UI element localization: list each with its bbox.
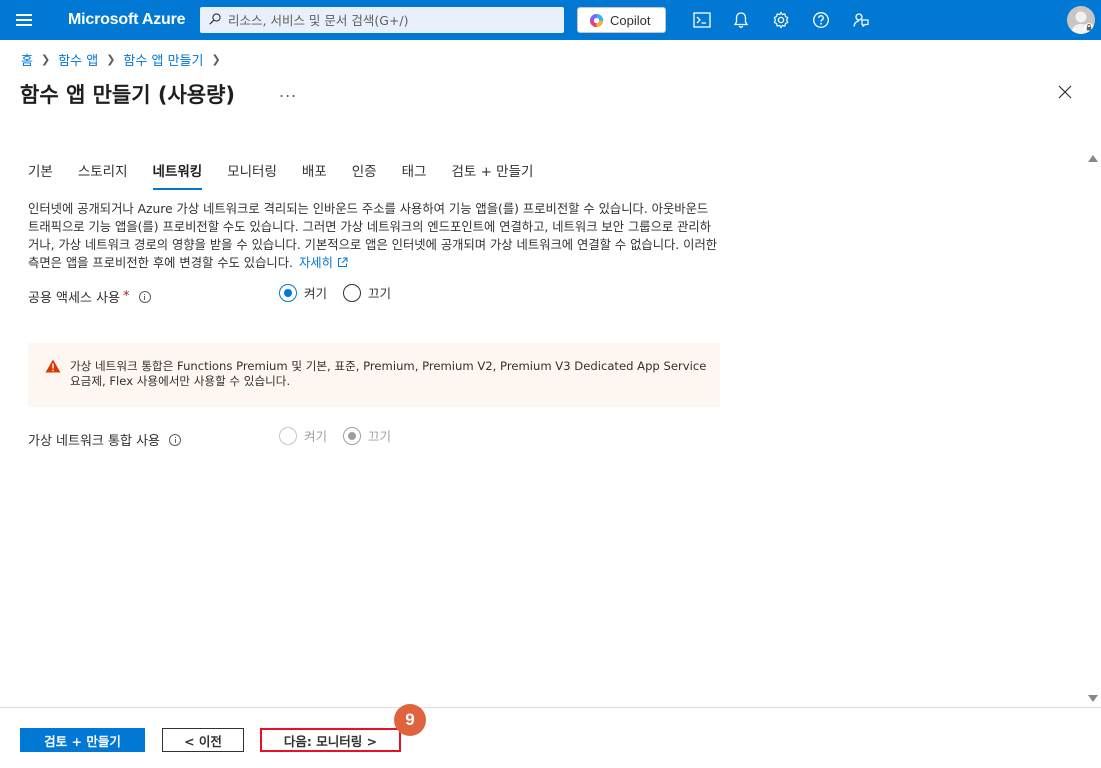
copilot-icon <box>589 13 604 28</box>
scroll-down-arrow-icon[interactable] <box>1088 695 1098 702</box>
search-icon <box>209 13 221 25</box>
breadcrumb-create-function-app[interactable]: 함수 앱 만들기 <box>123 50 203 69</box>
vnet-integration-off-radio[interactable]: 끄기 <box>343 426 391 445</box>
tab-basics[interactable]: 기본 <box>28 160 53 190</box>
required-mark: * <box>123 289 130 304</box>
breadcrumb-home[interactable]: 홈 <box>21 50 33 69</box>
chevron-right-icon: ❯ <box>211 53 221 66</box>
copilot-label: Copilot <box>610 13 651 28</box>
feedback-icon[interactable] <box>851 10 871 30</box>
public-access-label-text: 공용 액세스 사용 <box>28 291 120 306</box>
top-bar: Microsoft Azure Copilot <box>0 0 1101 40</box>
hamburger-menu-icon[interactable] <box>16 13 32 27</box>
info-icon[interactable] <box>138 290 151 303</box>
more-options-button[interactable]: ... <box>279 82 297 101</box>
close-icon[interactable] <box>1057 84 1073 100</box>
previous-button[interactable]: < 이전 <box>162 728 244 752</box>
page-title: 함수 앱 만들기 (사용량) <box>20 83 236 107</box>
tab-monitoring[interactable]: 모니터링 <box>227 160 277 190</box>
radio-unselected-icon <box>279 426 297 445</box>
bell-icon[interactable] <box>731 10 751 30</box>
tab-tags[interactable]: 태그 <box>402 160 427 190</box>
radio-unselected-icon <box>343 283 361 302</box>
gear-icon[interactable] <box>771 10 791 30</box>
tab-networking[interactable]: 네트워킹 <box>152 160 203 190</box>
user-avatar[interactable] <box>1067 6 1095 34</box>
warning-text: 가상 네트워크 통합은 Functions Premium 및 기본, 표준, … <box>70 359 707 388</box>
vnet-integration-label-text: 가상 네트워크 통합 사용 <box>28 434 160 449</box>
breadcrumb: 홈 ❯ 함수 앱 ❯ 함수 앱 만들기 ❯ <box>21 50 229 69</box>
description-text: 인터넷에 공개되거나 Azure 가상 네트워크로 격리되는 인바운드 주소를 … <box>28 202 718 270</box>
radio-selected-icon <box>343 426 361 445</box>
tab-review-create[interactable]: 검토 + 만들기 <box>451 160 533 190</box>
search-box[interactable] <box>200 7 564 33</box>
vnet-integration-on-label: 켜기 <box>304 429 328 444</box>
public-access-on-label: 켜기 <box>304 286 328 301</box>
breadcrumb-function-app[interactable]: 함수 앱 <box>58 50 98 69</box>
tab-deployment[interactable]: 배포 <box>302 160 327 190</box>
public-access-label: 공용 액세스 사용 * <box>28 287 151 306</box>
vnet-integration-on-radio[interactable]: 켜기 <box>279 426 327 445</box>
step-badge: 9 <box>394 704 426 736</box>
person-icon <box>1071 11 1094 34</box>
vnet-integration-label: 가상 네트워크 통합 사용 <box>28 430 181 449</box>
networking-description: 인터넷에 공개되거나 Azure 가상 네트워크로 격리되는 인바운드 주소를 … <box>28 200 718 272</box>
help-icon[interactable] <box>811 10 831 30</box>
cloud-shell-icon[interactable] <box>692 10 712 30</box>
search-input[interactable] <box>228 7 558 33</box>
warning-icon <box>45 359 61 373</box>
tab-bar: 기본 스토리지 네트워킹 모니터링 배포 인증 태그 검토 + 만들기 <box>28 160 558 190</box>
learn-more-link[interactable]: 자세히 <box>299 256 348 270</box>
next-monitoring-button[interactable]: 다음: 모니터링 > <box>260 728 401 752</box>
info-icon[interactable] <box>169 433 181 446</box>
review-create-button[interactable]: 검토 + 만들기 <box>20 728 145 752</box>
scroll-up-arrow-icon[interactable] <box>1088 155 1098 162</box>
radio-selected-icon <box>279 283 297 302</box>
external-link-icon <box>337 257 348 267</box>
public-access-off-radio[interactable]: 끄기 <box>343 283 391 302</box>
copilot-button[interactable]: Copilot <box>577 7 666 33</box>
vnet-warning-banner: 가상 네트워크 통합은 Functions Premium 및 기본, 표준, … <box>28 343 720 407</box>
footer-divider <box>0 707 1101 708</box>
public-access-off-label: 끄기 <box>368 286 392 301</box>
brand-name[interactable]: Microsoft Azure <box>68 11 186 29</box>
chevron-right-icon: ❯ <box>40 53 51 66</box>
tab-storage[interactable]: 스토리지 <box>78 160 128 190</box>
vnet-integration-off-label: 끄기 <box>368 429 392 444</box>
chevron-right-icon: ❯ <box>106 53 116 66</box>
tab-authentication[interactable]: 인증 <box>352 160 377 190</box>
public-access-on-radio[interactable]: 켜기 <box>279 283 327 302</box>
